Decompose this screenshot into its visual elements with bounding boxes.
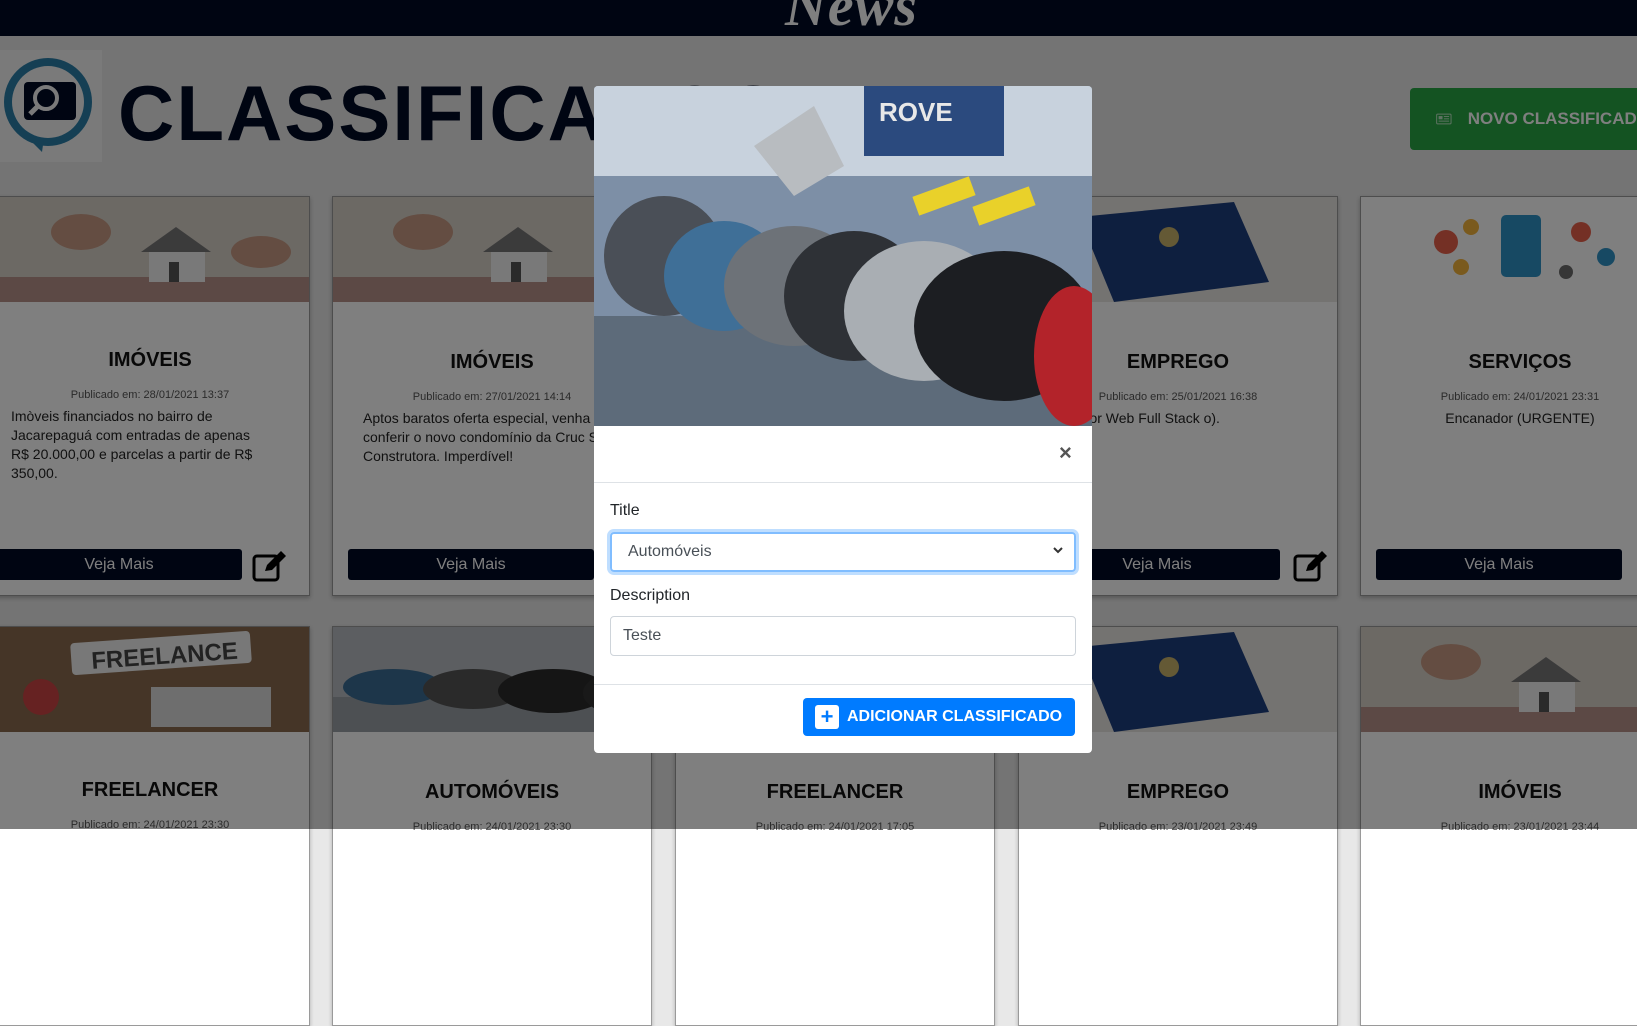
footer-divider [594,684,1092,685]
add-classified-label: ADICIONAR CLASSIFICADO [847,708,1063,725]
title-select[interactable]: Automóveis [610,532,1076,572]
svg-text:ROVE: ROVE [879,97,953,127]
close-icon[interactable]: × [1059,442,1072,464]
plus-square-icon: + [815,705,839,729]
title-label: Title [610,502,640,519]
description-input[interactable]: Teste [610,616,1076,656]
title-select-value: Automóveis [628,543,712,560]
cars-showroom-hero-image: ROVE [594,86,1092,426]
chevron-down-icon [1053,547,1063,554]
header-divider [594,482,1092,483]
description-input-value: Teste [623,627,662,644]
add-classified-button[interactable]: + ADICIONAR CLASSIFICADO [803,698,1075,736]
description-label: Description [610,587,691,604]
add-classified-modal: ROVE × Title Automóveis Description Test… [594,86,1092,753]
